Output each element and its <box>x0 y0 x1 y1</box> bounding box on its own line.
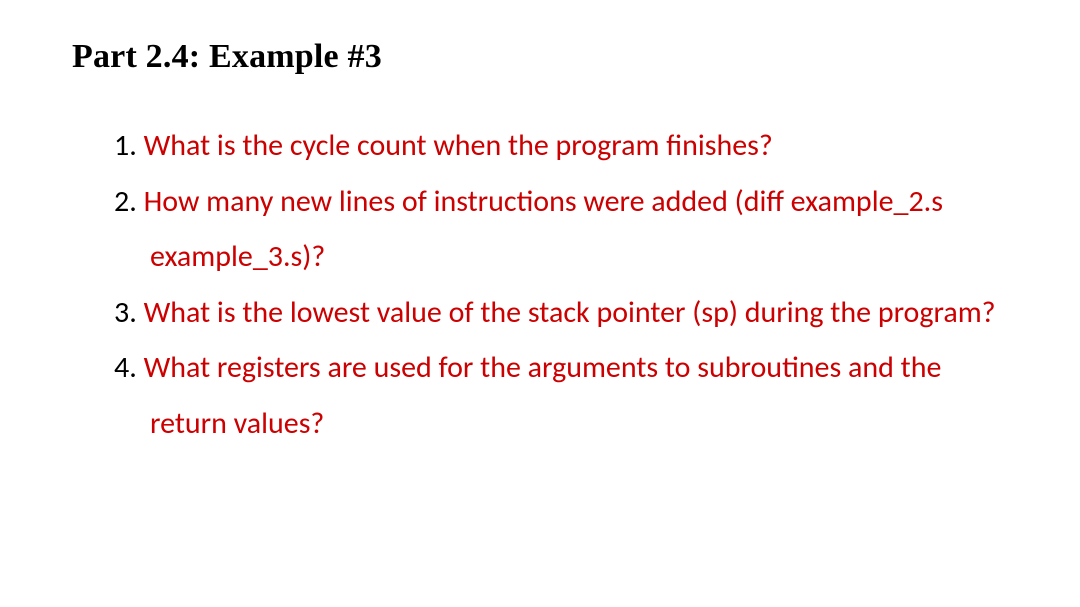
list-item: 4. What registers are used for the argum… <box>114 340 1008 451</box>
list-marker: 4. <box>114 349 144 386</box>
question-text: What registers are used for the argument… <box>144 349 942 442</box>
list-item: 1. What is the cycle count when the prog… <box>114 118 1008 174</box>
list-item: 2. How many new lines of instructions we… <box>114 174 1008 285</box>
list-item: 3. What is the lowest value of the stack… <box>114 285 1008 341</box>
section-heading: Part 2.4: Example #3 <box>72 38 1008 76</box>
question-text: What is the cycle count when the program… <box>144 127 773 164</box>
list-marker: 3. <box>114 294 144 331</box>
list-marker: 2. <box>114 183 144 220</box>
question-text: What is the lowest value of the stack po… <box>144 294 996 331</box>
question-text: How many new lines of instructions were … <box>144 183 943 276</box>
question-list: 1. What is the cycle count when the prog… <box>72 118 1008 451</box>
list-marker: 1. <box>114 127 144 164</box>
